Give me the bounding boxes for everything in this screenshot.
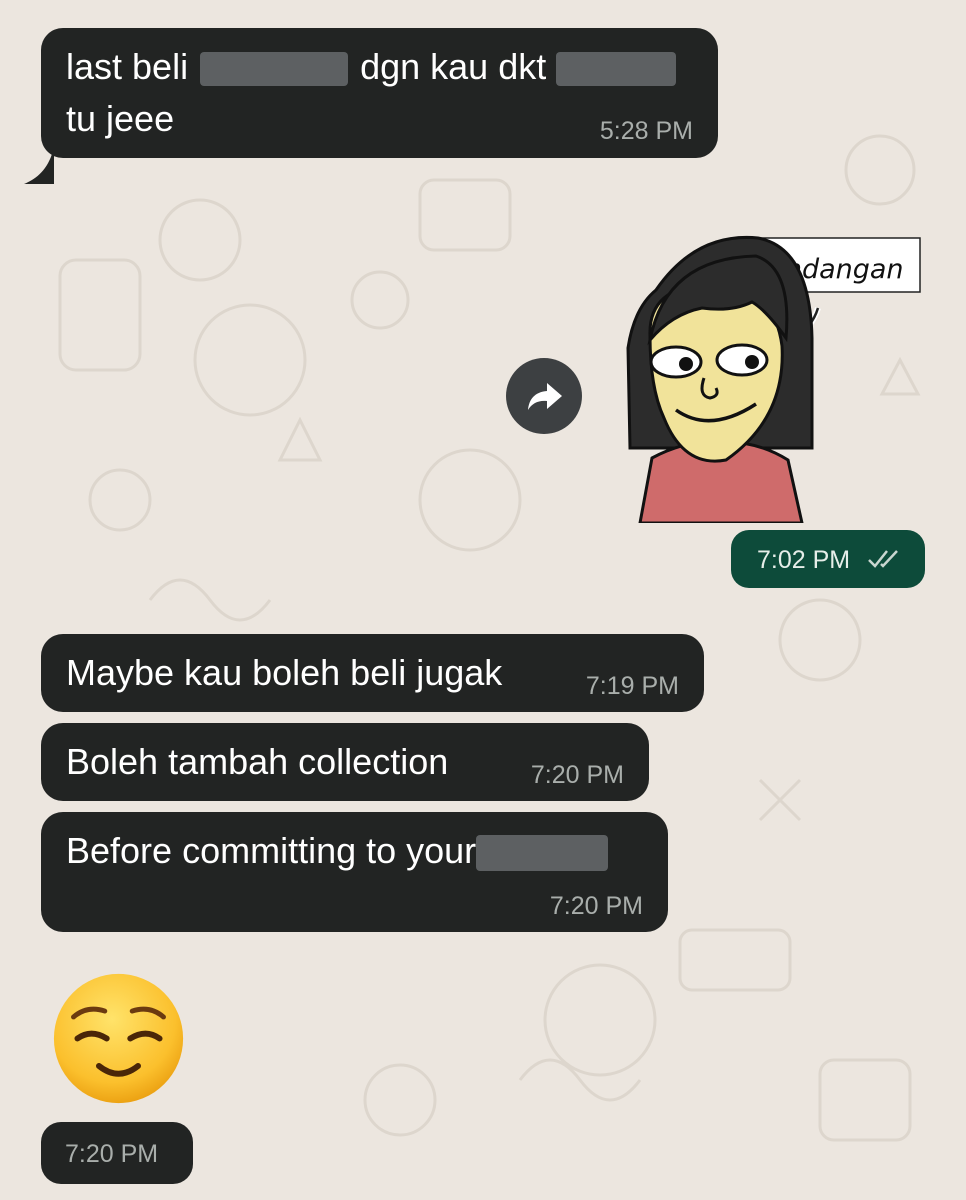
message-timestamp: 7:19 PM bbox=[585, 672, 679, 700]
redacted-text bbox=[476, 835, 609, 872]
message-timestamp-pill: 7:20 PM bbox=[41, 1122, 193, 1184]
outgoing-message-meta: 7:02 PM bbox=[731, 530, 925, 588]
forward-arrow-icon bbox=[528, 383, 562, 410]
pandangan-sticker[interactable]: Pandangan bbox=[606, 228, 926, 523]
forward-button[interactable] bbox=[506, 358, 582, 434]
message-text: Before committing to your bbox=[66, 830, 477, 871]
message-timestamp: 7:20 PM bbox=[530, 761, 624, 789]
redacted-text bbox=[200, 52, 349, 87]
incoming-message-bubble[interactable]: Boleh tambah collection 7:20 PM bbox=[41, 723, 649, 801]
message-text: Boleh tambah collection bbox=[66, 741, 449, 782]
incoming-message-bubble[interactable]: Maybe kau boleh beli jugak 7:19 PM bbox=[41, 634, 704, 712]
relieved-face-emoji[interactable] bbox=[50, 970, 187, 1107]
redacted-text bbox=[556, 52, 677, 87]
message-timestamp: 7:20 PM bbox=[549, 892, 643, 920]
message-timestamp: 7:02 PM bbox=[757, 546, 851, 574]
incoming-message-bubble[interactable]: Before committing to your 7:20 PM bbox=[41, 812, 668, 932]
message-timestamp: 5:28 PM bbox=[599, 117, 693, 145]
message-text: dgn kau dkt bbox=[360, 46, 547, 87]
message-timestamp: 7:20 PM bbox=[65, 1140, 159, 1168]
double-check-icon bbox=[868, 550, 898, 568]
message-text: tu jeee bbox=[66, 98, 175, 139]
message-text: last beli bbox=[66, 46, 189, 87]
incoming-message-bubble[interactable]: last beli dgn kau dkt tu jeee 5:28 PM bbox=[24, 28, 718, 184]
message-text: Maybe kau boleh beli jugak bbox=[66, 652, 503, 693]
bubble-tail bbox=[24, 154, 54, 184]
